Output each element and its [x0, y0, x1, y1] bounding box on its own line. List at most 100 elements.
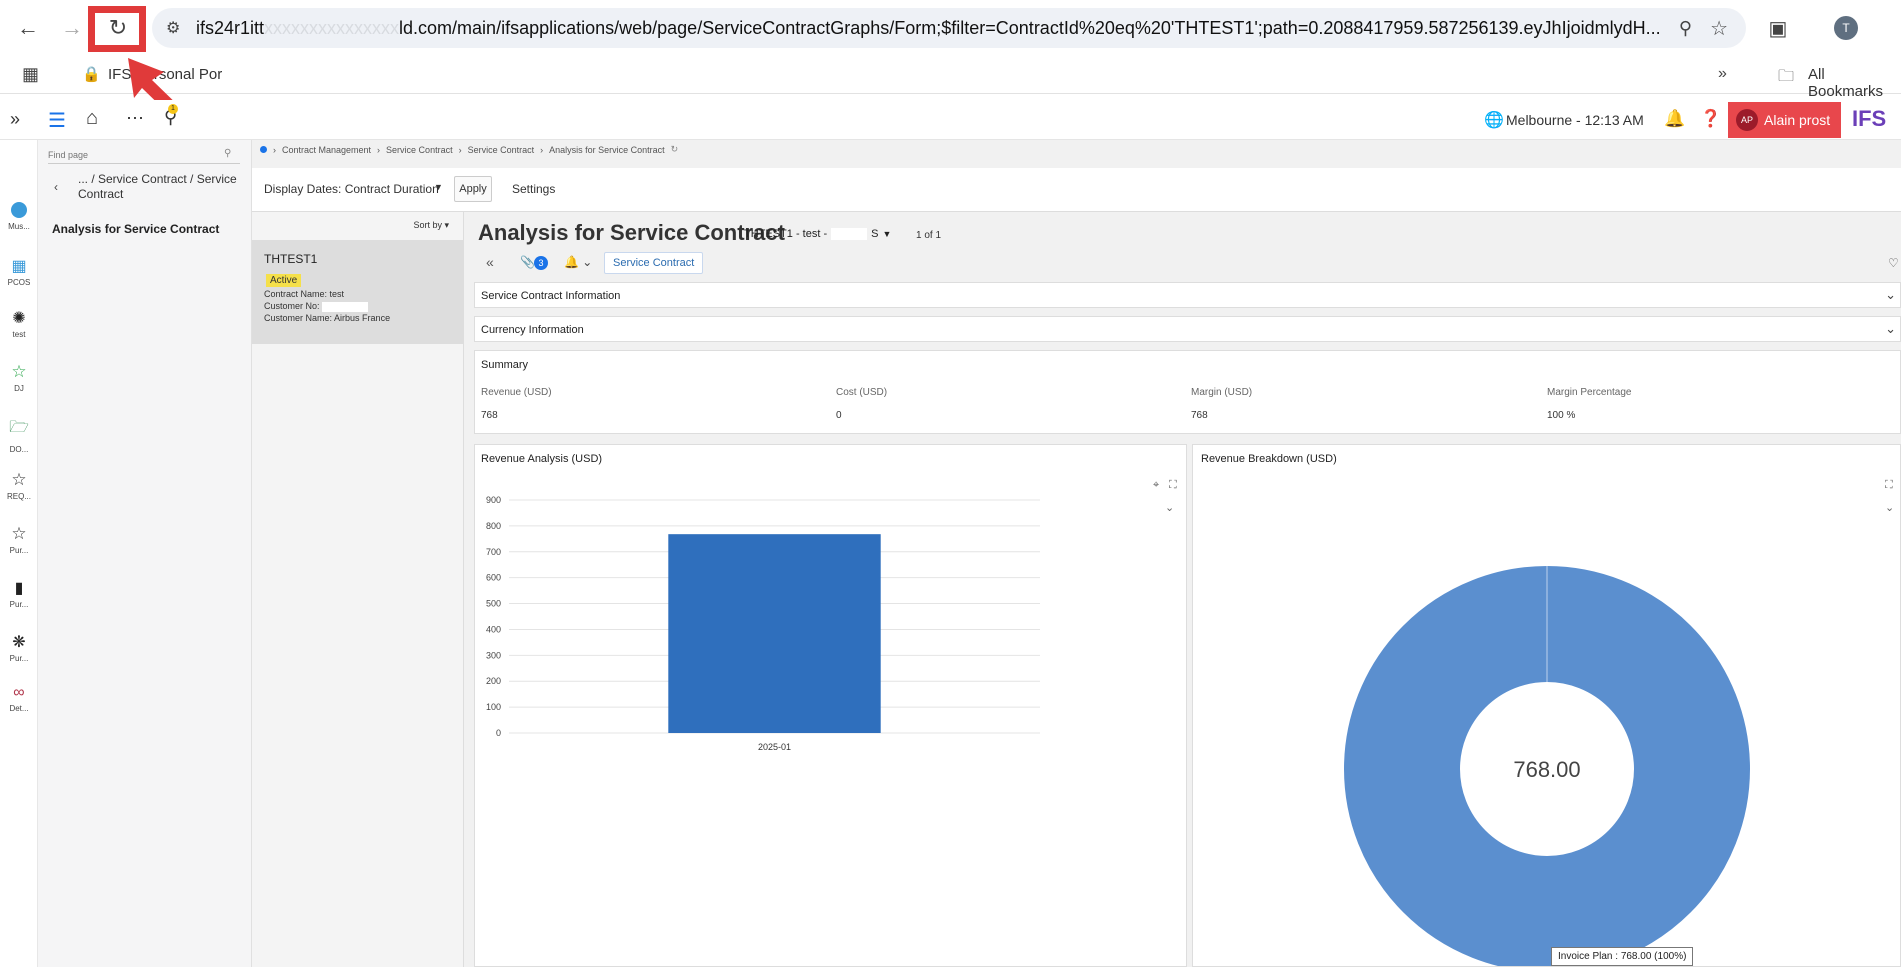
service-contract-info-section[interactable]: Service Contract Information ⌄ — [474, 282, 1901, 308]
browser-toolbar: ← → ↻ ⚙ ifs24r1ittxxxxxxxxxxxxxxxld.com/… — [0, 0, 1901, 56]
breadcrumb-item[interactable]: Service Contract — [468, 145, 535, 155]
revenue-analysis-card: Revenue Analysis (USD) ⌖ ⛶ ⌄ 0 100 200 300 4… — [474, 444, 1187, 967]
status-badge: Active — [266, 274, 302, 287]
refresh-icon[interactable]: ↻ — [671, 144, 679, 155]
zoom-icon[interactable]: ⚲ — [1679, 18, 1692, 39]
all-bookmarks[interactable]: All Bookmarks — [1808, 66, 1901, 100]
rail-item-9[interactable]: ❋ Pur... — [0, 632, 38, 663]
breadcrumb: › Contract Management › Service Contract… — [260, 144, 678, 155]
rail-item-7[interactable]: ☆ Pur... — [0, 524, 38, 555]
apps-icon[interactable]: ⋯ — [126, 108, 144, 129]
summary-field: Margin (USD) 768 — [1191, 387, 1252, 421]
settings-button[interactable]: Settings — [512, 182, 555, 196]
field-value: test — [329, 289, 345, 299]
star-icon: ☆ — [11, 470, 27, 489]
currency-info-section[interactable]: Currency Information ⌄ — [474, 316, 1901, 342]
redacted-value — [831, 228, 868, 240]
apply-button[interactable]: Apply — [454, 176, 492, 202]
y-tick-label: 0 — [496, 728, 501, 738]
rail-label: PCOS — [7, 278, 31, 287]
record-list: Sort by ▾ THTEST1 Active Contract Name: … — [252, 212, 464, 967]
section-title: Summary — [481, 359, 529, 371]
rail-item-5[interactable]: 🗁 DO... — [0, 416, 38, 454]
user-chip[interactable]: AP Alain prost — [1728, 102, 1841, 138]
back-icon[interactable]: ← — [12, 12, 44, 44]
redacted-value — [322, 301, 369, 312]
y-tick-label: 100 — [486, 702, 501, 712]
site-settings-icon[interactable]: ⚙ — [166, 18, 180, 38]
summary-field: Cost (USD) 0 — [836, 387, 887, 421]
rail-item-3[interactable]: ✺ test — [0, 308, 38, 339]
contract-name-row: Contract Name: test — [264, 289, 344, 299]
bell-icon[interactable]: 🔔 — [1664, 109, 1685, 129]
breadcrumb-sep: › — [377, 144, 381, 155]
field-label: Cost (USD) — [836, 387, 888, 398]
expand-rail-icon[interactable]: » — [10, 109, 20, 130]
content-area: › Contract Management › Service Contract… — [252, 140, 1901, 967]
lock-icon: 🔒 — [82, 66, 101, 83]
circle-icon — [11, 202, 27, 218]
menu-icon[interactable]: ☰ — [48, 108, 66, 133]
forward-icon[interactable]: → — [56, 12, 88, 44]
nav-current-page[interactable]: Analysis for Service Contract — [52, 222, 219, 236]
field-label: Contract Name: — [264, 289, 328, 299]
breadcrumb-sep: › — [540, 144, 544, 155]
field-label: Customer Name: — [264, 313, 333, 323]
rail-item-10[interactable]: ∞ Det... — [0, 684, 38, 713]
bar[interactable] — [668, 534, 881, 733]
field-label: Margin (USD) — [1191, 387, 1253, 398]
home-icon[interactable]: ⌂ — [86, 107, 98, 130]
notification-bell-icon[interactable]: 🔔 ⌄ — [564, 255, 592, 269]
breadcrumb-home-icon[interactable] — [260, 146, 267, 153]
find-page-input[interactable] — [48, 146, 240, 164]
list-item[interactable]: THTEST1 Active Contract Name: test Custo… — [252, 240, 464, 344]
url-text: ifs24r1ittxxxxxxxxxxxxxxxld.com/main/ifs… — [196, 17, 1661, 39]
folder-icon: 🗀 — [1778, 68, 1795, 85]
rail-label: Pur... — [9, 654, 29, 663]
rail-label: DO... — [9, 445, 29, 454]
rail-label: Pur... — [9, 600, 29, 609]
sort-by-dropdown[interactable]: Sort by ▾ — [413, 220, 449, 231]
display-dates-dropdown[interactable]: Display Dates: Contract Duration — [264, 182, 439, 196]
chevron-down-icon[interactable]: ⌄ — [1885, 321, 1896, 337]
search-icon: ⚲ — [224, 148, 232, 159]
caret-down-icon: ▼ — [882, 229, 892, 239]
collapse-icon[interactable]: « — [486, 254, 494, 270]
record-selector[interactable]: THTEST1 - test - S ▼ — [744, 228, 891, 240]
navigation-panel: ⚲ ‹ ... / Service Contract / Service Con… — [38, 140, 252, 967]
bookmark-star-icon[interactable]: ☆ — [1710, 16, 1728, 41]
y-tick-label: 300 — [486, 650, 501, 660]
help-icon[interactable]: ❓ — [1700, 109, 1721, 129]
reload-highlight-box — [88, 6, 146, 52]
attachment-icon[interactable]: 📎 — [520, 255, 535, 269]
y-tick-label: 200 — [486, 676, 501, 686]
boxes-icon: ❋ — [12, 634, 26, 651]
location-time: Melbourne - 12:13 AM — [1506, 112, 1644, 128]
nav-back-path[interactable]: ... / Service Contract / Service Contrac… — [78, 172, 248, 202]
grid-icon: ▦ — [11, 258, 27, 275]
breadcrumb-item[interactable]: Contract Management — [282, 145, 371, 155]
chevron-down-icon[interactable]: ⌄ — [1885, 287, 1896, 303]
rail-item-6[interactable]: ☆ REQ... — [0, 470, 38, 501]
nodes-icon: ∞ — [13, 684, 25, 701]
caret-down-icon[interactable]: ▼ — [434, 182, 443, 192]
apps-grid-icon[interactable]: ▦ — [22, 64, 39, 85]
breadcrumb-item[interactable]: Service Contract — [386, 145, 453, 155]
extensions-icon[interactable]: ▣ — [1762, 12, 1794, 44]
favorite-icon[interactable]: ♡ — [1888, 256, 1899, 270]
rail-item-2[interactable]: ▦ PCOS — [0, 256, 38, 287]
summary-section: Summary Revenue (USD) 768 Cost (USD) 0 Mar… — [474, 350, 1901, 434]
more-bookmarks-icon[interactable]: » — [1718, 65, 1727, 83]
rail-item-8[interactable]: ▮ Pur... — [0, 578, 38, 609]
rail-item-4[interactable]: ☆ DJ — [0, 362, 38, 393]
rail-item-1[interactable]: Mus... — [0, 202, 38, 231]
back-chevron-icon[interactable]: ‹ — [54, 180, 58, 194]
profile-avatar[interactable]: T — [1834, 16, 1858, 40]
rail-label: Mus... — [8, 222, 30, 231]
rail-label: REQ... — [6, 492, 31, 501]
star-icon: ☆ — [11, 362, 27, 381]
field-value: 100 % — [1547, 410, 1576, 421]
service-contract-tab[interactable]: Service Contract — [604, 252, 704, 274]
address-bar[interactable]: ⚙ ifs24r1ittxxxxxxxxxxxxxxxld.com/main/i… — [152, 8, 1746, 48]
breadcrumb-sep: › — [273, 144, 276, 155]
